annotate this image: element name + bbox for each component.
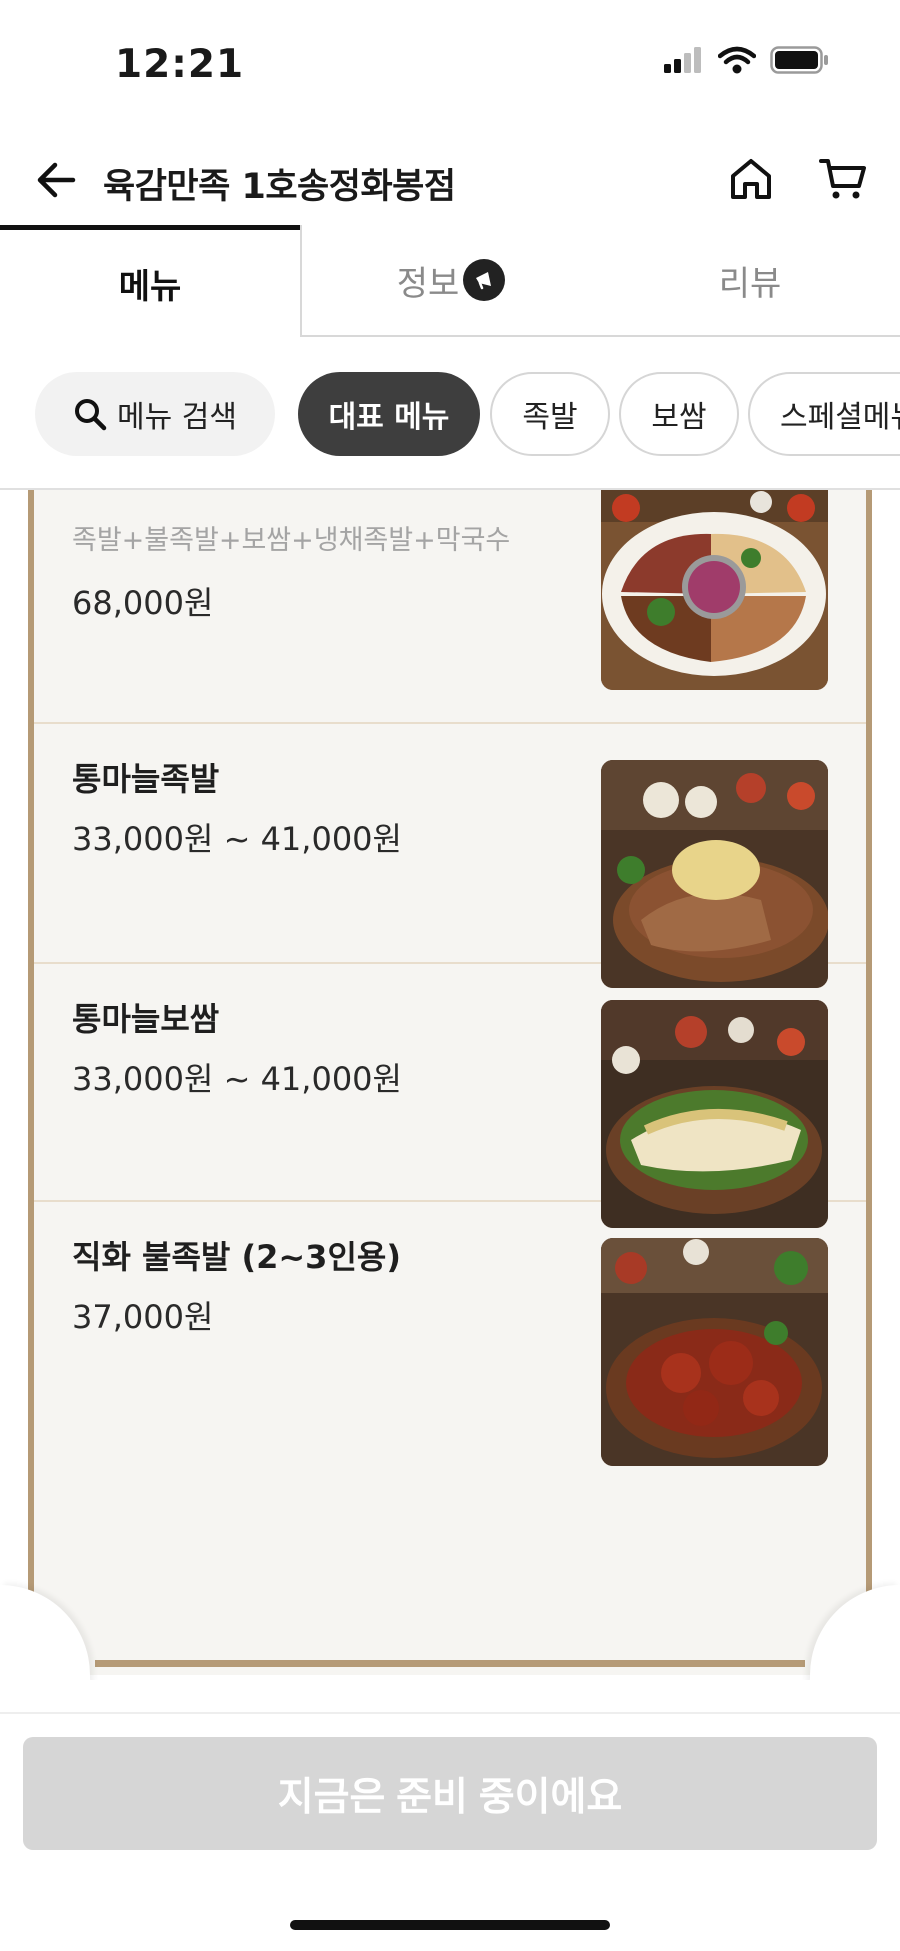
menu-board: 족발+불족발+보쌈+냉채족발+막국수 68,000원 통마늘족발 33,000원… [0,490,900,1680]
status-time: 12:21 [115,42,245,87]
signal-icon [664,47,701,73]
order-button[interactable]: 지금은 준비 중이에요 [23,1737,877,1850]
menu-item[interactable]: 족발+불족발+보쌈+냉채족발+막국수 68,000원 [34,490,866,724]
back-button[interactable] [30,154,82,206]
garlic-jokbal-photo [601,760,828,988]
search-icon [75,399,107,431]
garlic-bossam-photo [601,1000,828,1228]
spicy-jokbal-photo [601,1238,828,1466]
chip-special-menu[interactable]: 스페셜메뉴 [748,372,900,456]
chip-bossam[interactable]: 보쌈 [619,372,739,456]
tab-info[interactable]: 정보 [300,225,600,337]
tab-review[interactable]: 리뷰 [600,225,900,337]
status-bar: 12:21 [0,0,900,130]
menu-item-name: 직화 불족발 (2~3인용) [72,1238,401,1276]
chip-jokbal[interactable]: 족발 [490,372,610,456]
menu-item-price: 33,000원 ~ 41,000원 [72,820,402,858]
tab-bar: 메뉴 정보 리뷰 [0,225,900,337]
cart-icon [819,159,866,199]
chip-featured-menu[interactable]: 대표 메뉴 [298,372,480,456]
store-title: 육감만족 1호송정화봉점 [103,167,456,207]
tab-info-label: 정보 [396,263,460,304]
menu-item-price: 37,000원 [72,1298,214,1336]
home-indicator [290,1920,610,1930]
status-icons [664,46,830,74]
menu-item-name: 통마늘보쌈 [72,1000,220,1038]
menu-item-price: 68,000원 [72,584,214,622]
menu-search-label: 메뉴 검색 [117,400,237,435]
tab-review-label: 리뷰 [718,263,782,304]
tab-menu[interactable]: 메뉴 [0,225,300,337]
home-icon [731,159,771,199]
menu-item-name: 통마늘족발 [72,760,220,798]
menu-item[interactable]: 통마늘족발 33,000원 ~ 41,000원 [34,724,866,988]
wifi-icon [718,46,756,74]
menu-item[interactable]: 직화 불족발 (2~3인용) 37,000원 [34,1202,866,1474]
menu-search-button[interactable]: 메뉴 검색 [35,372,275,456]
battery-icon [770,46,828,74]
platter-photo [601,490,828,690]
store-header: 육감만족 1호송정화봉점 [0,140,900,220]
footer-divider [0,1712,900,1714]
board-bottom-edge [95,1660,805,1667]
menu-item-price: 33,000원 ~ 41,000원 [72,1060,402,1098]
tab-menu-label: 메뉴 [118,267,182,307]
menu-item[interactable]: 통마늘보쌈 33,000원 ~ 41,000원 [34,964,866,1228]
megaphone-icon [463,259,506,301]
back-arrow-icon [37,162,76,198]
category-chips: 메뉴 검색 대표 메뉴 족발 보쌈 스페셜메뉴 [0,370,900,460]
cart-button[interactable] [815,152,871,206]
menu-item-description: 족발+불족발+보쌈+냉채족발+막국수 [72,525,511,556]
home-button[interactable] [724,152,778,206]
